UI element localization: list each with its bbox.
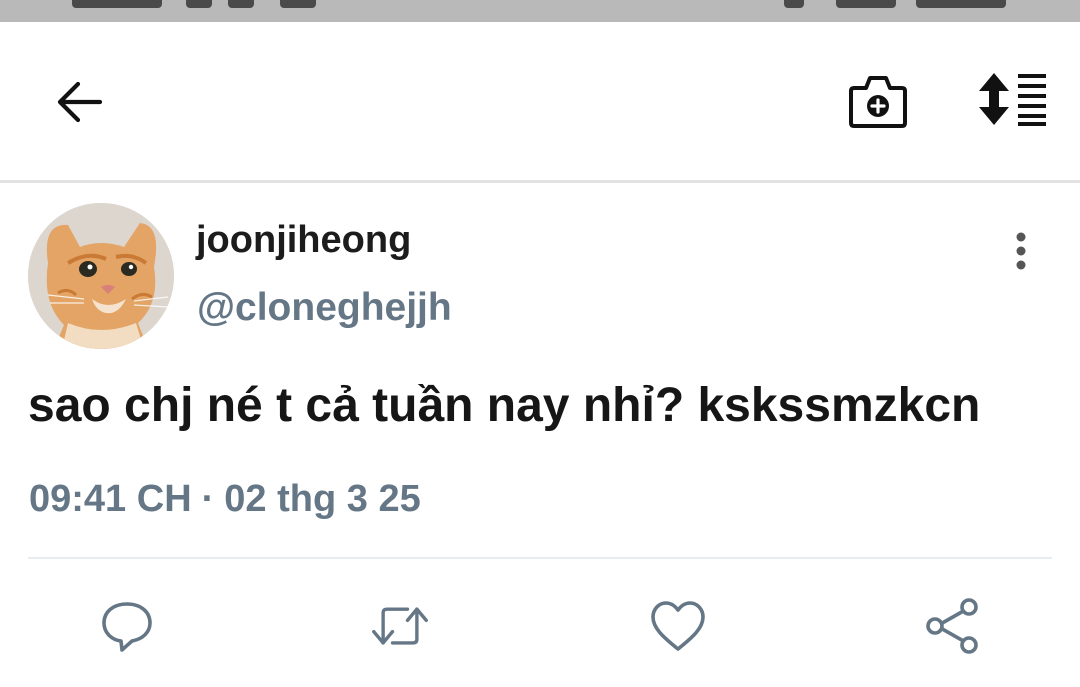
status-signal-icon	[784, 0, 804, 8]
display-name[interactable]: joonjiheong	[196, 219, 411, 262]
meta-separator: ·	[201, 478, 215, 520]
reply-button[interactable]	[97, 596, 157, 656]
like-button[interactable]	[648, 596, 708, 656]
avatar[interactable]	[28, 203, 174, 349]
user-handle[interactable]: @cloneghejjh	[197, 286, 452, 330]
camera-button[interactable]	[842, 68, 914, 134]
more-options-button[interactable]	[1004, 228, 1038, 274]
sort-list-icon	[979, 73, 1046, 126]
share-button[interactable]	[923, 596, 983, 656]
status-clock	[72, 0, 162, 8]
tweet-timestamp: 09:41 CH · 02 thg 3 25	[29, 478, 421, 521]
more-vertical-icon	[1016, 232, 1026, 270]
top-app-bar	[0, 22, 1080, 183]
tweet-text: sao chj né t cả tuần nay nhỉ? kskssmzkcn	[28, 379, 981, 432]
status-notification-icon	[228, 0, 254, 8]
status-bar	[0, 0, 1080, 22]
status-notification-icon	[186, 0, 212, 8]
status-battery-icon	[916, 0, 1006, 8]
back-button[interactable]	[45, 72, 113, 132]
status-notification-icon	[280, 0, 316, 8]
arrow-left-icon	[57, 81, 103, 123]
tweet-date: 02 thg 3 25	[224, 478, 421, 520]
cat-avatar-image	[28, 203, 174, 349]
retweet-icon	[372, 607, 428, 645]
tweet-time: 09:41 CH	[29, 478, 192, 520]
camera-plus-icon	[849, 76, 907, 128]
heart-icon	[651, 601, 705, 651]
divider	[28, 557, 1052, 559]
share-icon	[926, 598, 978, 654]
status-signal-icon	[836, 0, 896, 8]
reply-icon	[102, 602, 152, 652]
sort-button[interactable]	[972, 68, 1052, 130]
retweet-button[interactable]	[370, 596, 430, 656]
